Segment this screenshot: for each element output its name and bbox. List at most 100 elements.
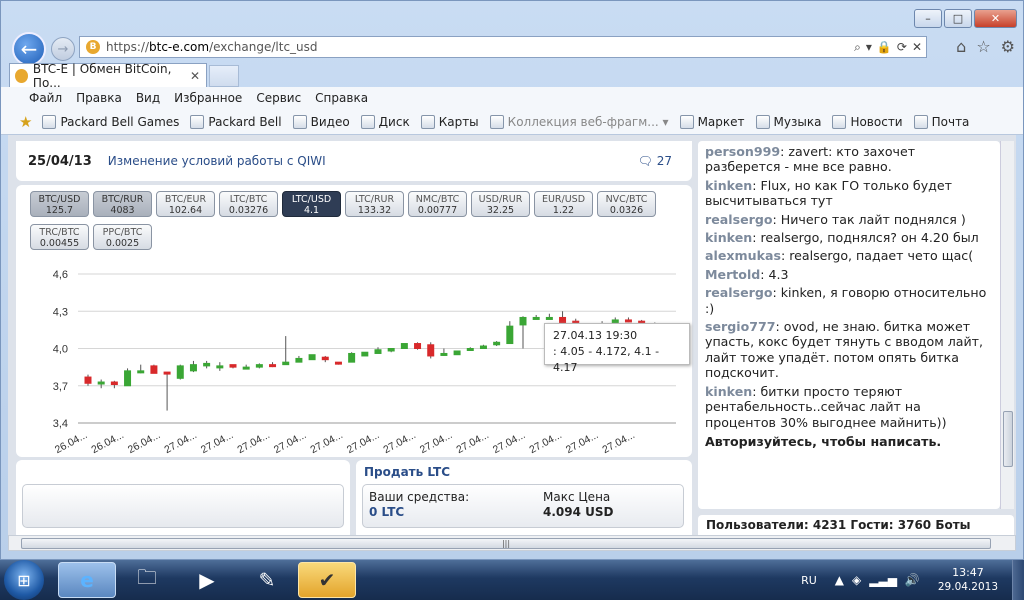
candle-body — [348, 352, 356, 363]
clock[interactable]: 13:47 29.04.2013 — [938, 565, 998, 595]
start-button[interactable]: ⊞ — [4, 560, 44, 600]
chat-username[interactable]: kinken — [705, 384, 752, 399]
system-tray: RU ▲ ◈ ▂▃▅ 🔊 13:47 29.04.2013 — [801, 560, 1024, 600]
menu-item[interactable]: Сервис — [256, 91, 301, 105]
candle-body — [624, 319, 632, 323]
favorites-bar: ★ Packard Bell Games Packard Bell Видео Дис… — [1, 109, 1023, 135]
gear-icon[interactable]: ⚙ — [1001, 37, 1015, 56]
x-tick-label: 27.04... — [418, 429, 455, 456]
x-tick-label: 27.04... — [381, 429, 418, 456]
active-app-icon: ✔ — [318, 568, 336, 592]
favorite-link[interactable]: Почта — [913, 114, 970, 129]
favorite-page-icon — [42, 114, 57, 129]
maximize-button[interactable]: □ — [944, 9, 972, 28]
news-title-link[interactable]: Изменение условий работы с QIWI — [108, 154, 326, 168]
lock-icon[interactable]: 🔒 — [877, 40, 892, 55]
menu-item[interactable]: Файл — [29, 91, 62, 105]
chat-scrollbar[interactable] — [1000, 141, 1014, 509]
x-tick-label: 27.04... — [600, 429, 637, 456]
tooltip-values: : 4.05 - 4.172, 4.1 - 4.17 — [553, 345, 660, 374]
address-bar[interactable]: B https://btc-e.com/exchange/ltc_usd ⌕ ▾… — [79, 36, 927, 58]
funds-value[interactable]: 0 LTC — [369, 505, 404, 519]
volume-icon[interactable]: 🔊 — [905, 573, 920, 587]
chat-username[interactable]: Mertold — [705, 267, 760, 282]
chat-panel: person999: zavert: кто захочет разберетс… — [698, 141, 1000, 509]
page-content: 25/04/13 Изменение условий работы с QIWI… — [8, 135, 1016, 535]
x-tick-label: 26.04... — [126, 429, 163, 456]
tray-app-icon[interactable]: ◈ — [852, 573, 861, 587]
y-tick-label: 4,6 — [53, 269, 68, 281]
home-icon[interactable]: ⌂ — [956, 37, 966, 56]
chat-username[interactable]: sergio777 — [705, 319, 776, 334]
taskbar-explorer[interactable]: 🗀 — [118, 562, 176, 598]
chat-login-prompt[interactable]: Авторизуйтесь, чтобы написать. — [705, 434, 994, 449]
favorite-link[interactable]: Packard Bell Games — [42, 114, 179, 129]
menu-bar: Файл Правка Вид Избранное Сервис Справка — [1, 87, 1023, 109]
favorite-link[interactable]: Видео — [292, 114, 350, 129]
forward-button[interactable]: → — [51, 37, 75, 61]
new-tab-button[interactable] — [209, 65, 239, 87]
candle-body — [440, 352, 448, 356]
taskbar-media[interactable]: ▶ — [178, 562, 236, 598]
tab-btce[interactable]: BTC-E | Обмен BitCoin, По... ✕ — [9, 62, 207, 90]
network-icon[interactable]: ▂▃▅ — [869, 573, 897, 587]
favorite-label: Новости — [850, 114, 903, 129]
candle-body — [163, 371, 171, 375]
candle-body — [242, 366, 250, 370]
show-desktop-button[interactable] — [1012, 560, 1024, 600]
horizontal-scrollbar[interactable]: ||| — [8, 535, 1016, 551]
favorite-link[interactable]: Новости — [832, 114, 903, 129]
menu-item[interactable]: Правка — [76, 91, 122, 105]
favorite-page-icon — [292, 114, 307, 129]
candle-body — [269, 364, 277, 368]
x-tick-label: 27.04... — [345, 429, 382, 456]
chat-username[interactable]: kinken — [705, 230, 752, 245]
chat-message: kinken: realsergo, поднялся? он 4.20 был — [705, 230, 994, 245]
favorite-label: Почта — [931, 114, 970, 129]
menu-item[interactable]: Справка — [315, 91, 368, 105]
tab-close-icon[interactable]: ✕ — [190, 69, 200, 83]
dropdown-icon[interactable]: ▾ — [866, 40, 872, 55]
minimize-button[interactable]: – — [914, 9, 942, 28]
news-comments[interactable]: 🗨 27 — [638, 154, 672, 168]
favorite-link[interactable]: Музыка — [755, 114, 821, 129]
close-button[interactable]: ✕ — [974, 9, 1017, 28]
refresh-icon[interactable]: ⟳ — [897, 40, 907, 55]
media-player-icon: ▶ — [199, 568, 215, 592]
trade-panel: BTC/USD 125.7 BTC/RUR 4083 BTC/EUR 102.64 LTC/… — [16, 185, 692, 457]
menu-item[interactable]: Избранное — [174, 91, 242, 105]
menu-item[interactable]: Вид — [136, 91, 160, 105]
candle-body — [229, 364, 237, 368]
news-bar: 25/04/13 Изменение условий работы с QIWI… — [16, 141, 692, 181]
favorite-link[interactable]: Коллекция веб-фрагм... ▾ — [489, 114, 669, 129]
language-indicator[interactable]: RU — [801, 574, 817, 587]
taskbar-ie[interactable]: e — [58, 562, 116, 598]
chat-username[interactable]: alexmukas — [705, 248, 781, 263]
favorite-link[interactable]: Карты — [420, 114, 479, 129]
chat-message: kinken: Flux, но как ГО только будет выс… — [705, 178, 994, 209]
chat-username[interactable]: realsergo — [705, 285, 772, 300]
chat-text: : 4.3 — [760, 266, 789, 282]
max-price-value[interactable]: 4.094 USD — [543, 505, 613, 519]
add-favorite-star-icon[interactable]: ★ — [19, 113, 32, 131]
chat-username[interactable]: kinken — [705, 178, 752, 193]
favorite-link[interactable]: Packard Bell — [190, 114, 282, 129]
candle-body — [295, 357, 303, 363]
favorite-link[interactable]: Диск — [360, 114, 410, 129]
search-icon[interactable]: ⌕ — [854, 40, 861, 55]
favorites-star-icon[interactable]: ☆ — [976, 37, 990, 56]
sell-panel: Продать LTC Ваши средства: 0 LTC Макс Це… — [356, 460, 692, 535]
stop-icon[interactable]: ✕ — [912, 40, 922, 55]
tray-arrow-icon[interactable]: ▲ — [835, 573, 844, 587]
taskbar-app[interactable]: ✎ — [238, 562, 296, 598]
chat-username[interactable]: person999 — [705, 144, 780, 159]
candle-body — [137, 370, 145, 374]
x-tick-label: 27.04... — [199, 429, 236, 456]
favorite-link[interactable]: Маркет — [679, 114, 745, 129]
chat-username[interactable]: realsergo — [705, 212, 772, 227]
horizontal-scrollbar-thumb[interactable]: ||| — [21, 538, 991, 549]
taskbar-active-app[interactable]: ✔ — [298, 562, 356, 598]
app-icon: ✎ — [258, 568, 276, 592]
price-chart: 4,64,34,03,73,426.04... 26.04... 26.04... 2… — [53, 269, 676, 456]
chat-scrollbar-thumb[interactable] — [1003, 411, 1013, 467]
